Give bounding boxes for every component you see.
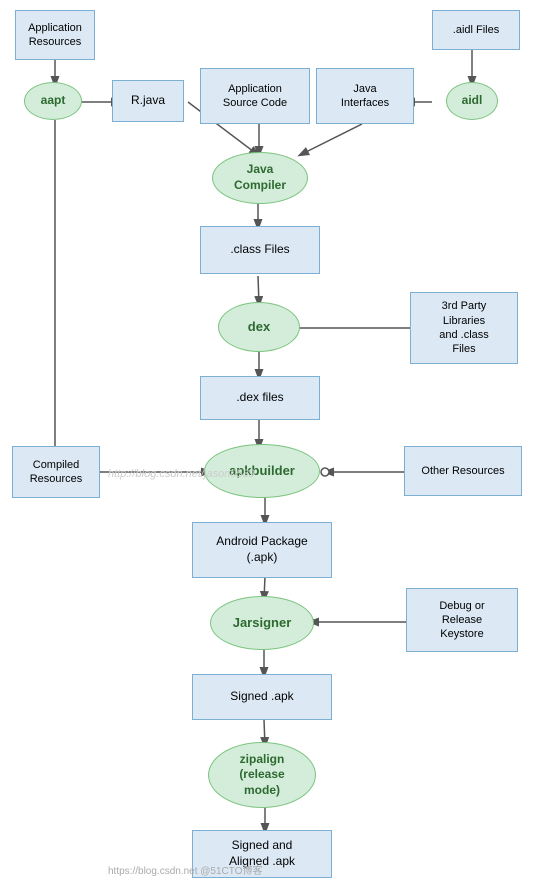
dex-label: dex [248,319,270,336]
dex-oval: dex [218,302,300,352]
r-java-box: R.java [112,80,184,122]
dex-files-box: .dex files [200,376,320,420]
jarsigner-label: Jarsigner [233,615,292,632]
apkbuilder-label: apkbuilder [229,463,295,480]
app-source-code-label: ApplicationSource Code [223,82,287,111]
apkbuilder-oval: apkbuilder [204,444,320,498]
r-java-label: R.java [131,93,165,109]
jarsigner-oval: Jarsigner [210,596,314,650]
zipalign-oval: zipalign(releasemode) [208,742,316,808]
third-party-box: 3rd PartyLibrariesand .classFiles [410,292,518,364]
java-compiler-label: JavaCompiler [234,162,286,193]
signed-aligned-label: Signed andAligned .apk [229,838,295,869]
java-interfaces-box: JavaInterfaces [316,68,414,124]
android-package-label: Android Package(.apk) [216,534,307,565]
android-package-box: Android Package(.apk) [192,522,332,578]
aidl-files-label: .aidl Files [453,23,499,37]
aidl-files-box: .aidl Files [432,10,520,50]
debug-release-label: Debug orReleaseKeystore [439,599,484,642]
dex-files-label: .dex files [236,390,283,406]
aapt-label: aapt [41,93,66,109]
diagram: Application Resources .aidl Files aapt R… [0,0,536,882]
signed-aligned-box: Signed andAligned .apk [192,830,332,878]
other-resources-label: Other Resources [421,464,504,478]
signed-apk-box: Signed .apk [192,674,332,720]
zipalign-label: zipalign(releasemode) [239,752,284,799]
app-resources-label: Application Resources [20,21,90,50]
java-interfaces-label: JavaInterfaces [341,82,389,111]
aidl-oval: aidl [446,82,498,120]
class-files-label: .class Files [230,242,289,258]
app-source-code-box: ApplicationSource Code [200,68,310,124]
compiled-resources-box: CompiledResources [12,446,100,498]
java-compiler-oval: JavaCompiler [212,152,308,204]
aapt-oval: aapt [24,82,82,120]
third-party-label: 3rd PartyLibrariesand .classFiles [439,299,489,356]
aidl-label: aidl [462,93,483,109]
other-resources-box: Other Resources [404,446,522,496]
signed-apk-label: Signed .apk [230,689,293,705]
app-resources-box: Application Resources [15,10,95,60]
class-files-box: .class Files [200,226,320,274]
compiled-resources-label: CompiledResources [30,458,83,487]
debug-release-box: Debug orReleaseKeystore [406,588,518,652]
